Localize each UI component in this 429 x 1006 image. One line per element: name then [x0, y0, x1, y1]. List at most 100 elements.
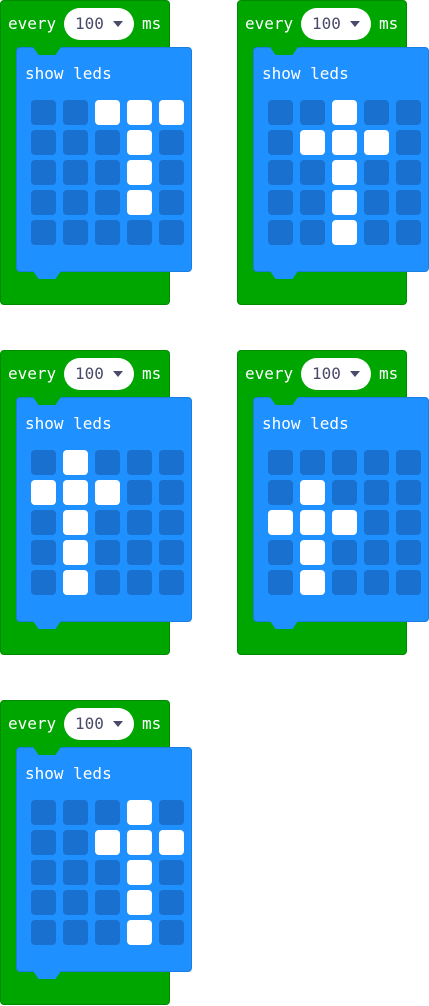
- led-cell[interactable]: [159, 480, 184, 505]
- led-cell[interactable]: [63, 540, 88, 565]
- led-cell[interactable]: [159, 570, 184, 595]
- led-cell[interactable]: [396, 220, 421, 245]
- show-leds-block[interactable]: show leds: [16, 47, 192, 279]
- led-cell[interactable]: [31, 220, 56, 245]
- every-interval-block[interactable]: every 100 ms show leds: [237, 350, 429, 656]
- led-cell[interactable]: [268, 510, 293, 535]
- led-cell[interactable]: [396, 100, 421, 125]
- led-cell[interactable]: [63, 510, 88, 535]
- led-cell[interactable]: [127, 510, 152, 535]
- led-cell[interactable]: [127, 800, 152, 825]
- led-cell[interactable]: [31, 510, 56, 535]
- led-cell[interactable]: [63, 160, 88, 185]
- led-cell[interactable]: [300, 100, 325, 125]
- led-cell[interactable]: [95, 890, 120, 915]
- led-cell[interactable]: [95, 450, 120, 475]
- led-cell[interactable]: [95, 540, 120, 565]
- led-cell[interactable]: [95, 190, 120, 215]
- led-cell[interactable]: [127, 100, 152, 125]
- led-cell[interactable]: [31, 540, 56, 565]
- every-interval-block[interactable]: every 100 ms show leds: [237, 0, 429, 306]
- led-cell[interactable]: [31, 130, 56, 155]
- led-cell[interactable]: [300, 510, 325, 535]
- led-cell[interactable]: [95, 800, 120, 825]
- led-cell[interactable]: [332, 450, 357, 475]
- led-cell[interactable]: [31, 160, 56, 185]
- led-cell[interactable]: [332, 130, 357, 155]
- show-leds-block[interactable]: show leds: [16, 397, 192, 629]
- led-cell[interactable]: [63, 800, 88, 825]
- led-cell[interactable]: [268, 570, 293, 595]
- led-cell[interactable]: [364, 160, 389, 185]
- led-cell[interactable]: [364, 190, 389, 215]
- led-cell[interactable]: [332, 480, 357, 505]
- led-cell[interactable]: [300, 570, 325, 595]
- led-cell[interactable]: [95, 160, 120, 185]
- show-leds-block[interactable]: show leds: [253, 47, 429, 279]
- led-cell[interactable]: [300, 220, 325, 245]
- led-cell[interactable]: [63, 860, 88, 885]
- led-cell[interactable]: [396, 540, 421, 565]
- led-cell[interactable]: [332, 190, 357, 215]
- led-cell[interactable]: [31, 100, 56, 125]
- led-cell[interactable]: [127, 860, 152, 885]
- led-cell[interactable]: [300, 130, 325, 155]
- led-cell[interactable]: [396, 450, 421, 475]
- led-cell[interactable]: [31, 570, 56, 595]
- led-cell[interactable]: [31, 860, 56, 885]
- led-cell[interactable]: [364, 130, 389, 155]
- led-cell[interactable]: [95, 100, 120, 125]
- every-interval-block[interactable]: every 100 ms show leds: [0, 0, 193, 306]
- led-cell[interactable]: [159, 220, 184, 245]
- led-cell[interactable]: [159, 540, 184, 565]
- led-cell[interactable]: [95, 860, 120, 885]
- led-cell[interactable]: [268, 480, 293, 505]
- led-cell[interactable]: [396, 480, 421, 505]
- led-cell[interactable]: [300, 540, 325, 565]
- led-cell[interactable]: [127, 190, 152, 215]
- led-cell[interactable]: [268, 540, 293, 565]
- interval-dropdown[interactable]: 100: [301, 358, 371, 390]
- led-cell[interactable]: [127, 570, 152, 595]
- led-cell[interactable]: [364, 100, 389, 125]
- led-cell[interactable]: [268, 130, 293, 155]
- led-cell[interactable]: [300, 480, 325, 505]
- led-cell[interactable]: [63, 130, 88, 155]
- led-cell[interactable]: [159, 890, 184, 915]
- led-cell[interactable]: [95, 510, 120, 535]
- led-cell[interactable]: [31, 190, 56, 215]
- led-cell[interactable]: [95, 480, 120, 505]
- led-cell[interactable]: [332, 100, 357, 125]
- led-cell[interactable]: [95, 220, 120, 245]
- led-cell[interactable]: [396, 510, 421, 535]
- led-cell[interactable]: [63, 480, 88, 505]
- led-cell[interactable]: [159, 160, 184, 185]
- led-cell[interactable]: [95, 570, 120, 595]
- led-cell[interactable]: [31, 450, 56, 475]
- led-cell[interactable]: [159, 920, 184, 945]
- led-cell[interactable]: [396, 190, 421, 215]
- led-cell[interactable]: [127, 450, 152, 475]
- led-cell[interactable]: [127, 130, 152, 155]
- led-cell[interactable]: [127, 540, 152, 565]
- led-cell[interactable]: [396, 160, 421, 185]
- led-cell[interactable]: [300, 450, 325, 475]
- led-cell[interactable]: [364, 450, 389, 475]
- interval-dropdown[interactable]: 100: [64, 358, 134, 390]
- led-cell[interactable]: [332, 540, 357, 565]
- led-cell[interactable]: [332, 570, 357, 595]
- led-cell[interactable]: [31, 920, 56, 945]
- led-cell[interactable]: [364, 510, 389, 535]
- led-cell[interactable]: [268, 160, 293, 185]
- interval-dropdown[interactable]: 100: [64, 708, 134, 740]
- led-cell[interactable]: [63, 190, 88, 215]
- led-cell[interactable]: [63, 890, 88, 915]
- led-cell[interactable]: [364, 540, 389, 565]
- led-cell[interactable]: [127, 830, 152, 855]
- led-cell[interactable]: [300, 160, 325, 185]
- led-cell[interactable]: [364, 480, 389, 505]
- led-cell[interactable]: [127, 160, 152, 185]
- led-cell[interactable]: [95, 920, 120, 945]
- led-cell[interactable]: [63, 570, 88, 595]
- led-cell[interactable]: [159, 830, 184, 855]
